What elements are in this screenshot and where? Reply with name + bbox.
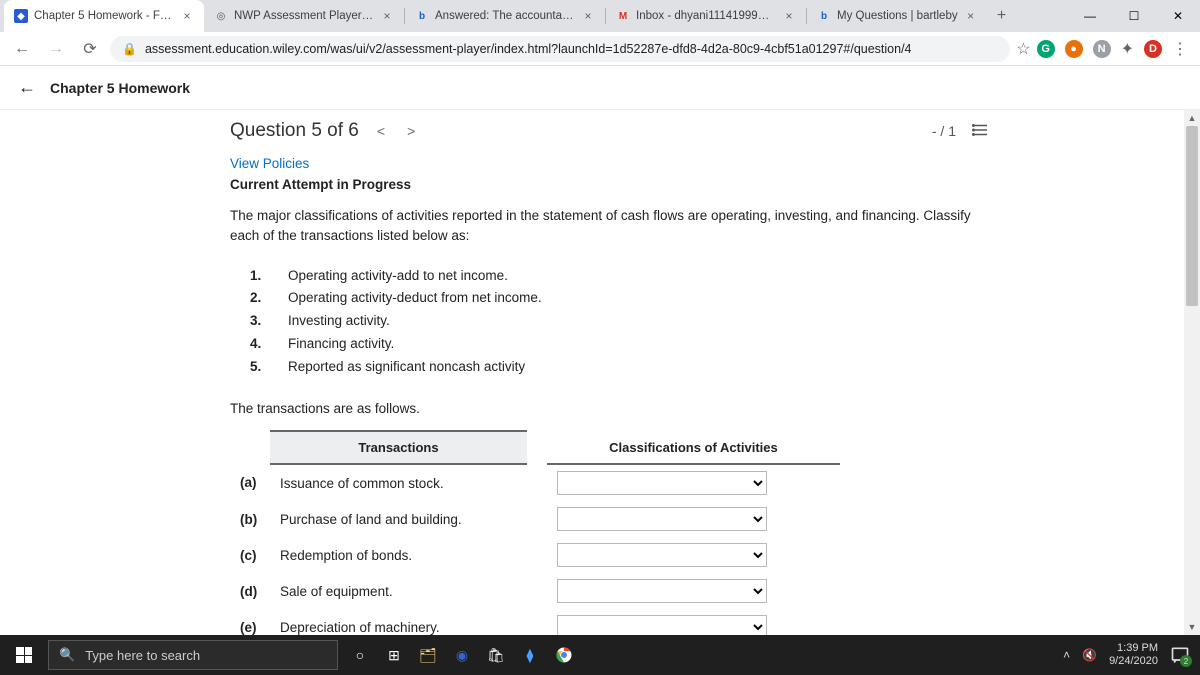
- taskbar-search[interactable]: 🔍 Type here to search: [48, 640, 338, 670]
- extension-icons: G ● N ✦ D ⋮: [1037, 39, 1192, 59]
- address-bar[interactable]: 🔒 assessment.education.wiley.com/was/ui/…: [110, 36, 1010, 62]
- browser-titlebar: ◆ Chapter 5 Homework - FINANCIA × ◎ NWP …: [0, 0, 1200, 32]
- maximize-button[interactable]: ☐: [1112, 0, 1156, 32]
- table-row: (a) Issuance of common stock.: [230, 464, 840, 501]
- tray-chevron-icon[interactable]: ˄: [1063, 648, 1070, 662]
- assignment-title: Chapter 5 Homework: [50, 80, 190, 96]
- search-placeholder: Type here to search: [85, 648, 200, 663]
- tab-strip: ◆ Chapter 5 Homework - FINANCIA × ◎ NWP …: [0, 0, 1068, 32]
- notification-badge: 2: [1180, 655, 1192, 667]
- clock[interactable]: 1:39 PM 9/24/2020: [1109, 642, 1158, 668]
- list-item: 1.Operating activity-add to net income.: [250, 265, 990, 288]
- next-question-button[interactable]: >: [403, 123, 419, 139]
- transactions-table: Transactions Classifications of Activiti…: [230, 430, 840, 635]
- tab-close-icon[interactable]: ×: [581, 9, 595, 23]
- reload-button[interactable]: ⟳: [76, 35, 104, 63]
- action-center-icon[interactable]: 2: [1170, 645, 1190, 665]
- classification-select[interactable]: [557, 543, 767, 567]
- browser-tab[interactable]: ◎ NWP Assessment Player UI Appli ×: [204, 0, 404, 32]
- extensions-puzzle-icon[interactable]: ✦: [1121, 39, 1134, 59]
- forward-button[interactable]: →: [42, 35, 70, 63]
- classification-select[interactable]: [557, 615, 767, 635]
- question-menu-icon[interactable]: [972, 121, 990, 142]
- list-item: 2.Operating activity-deduct from net inc…: [250, 287, 990, 310]
- classification-select[interactable]: [557, 471, 767, 495]
- question-prompt: The major classifications of activities …: [230, 206, 990, 247]
- close-button[interactable]: ✕: [1156, 0, 1200, 32]
- new-tab-button[interactable]: +: [988, 0, 1016, 32]
- list-item: 4.Financing activity.: [250, 333, 990, 356]
- question-number: Question 5 of 6: [230, 120, 359, 142]
- tab-title: Inbox - dhyani11141999@gmail.: [636, 10, 776, 22]
- tab-close-icon[interactable]: ×: [964, 9, 978, 23]
- task-view-icon[interactable]: ⊞: [384, 645, 404, 665]
- tab-title: NWP Assessment Player UI Appli: [234, 10, 374, 22]
- scroll-down-icon[interactable]: ▼: [1184, 619, 1200, 635]
- classification-list: 1.Operating activity-add to net income. …: [250, 265, 990, 380]
- browser-tab[interactable]: ◆ Chapter 5 Homework - FINANCIA ×: [4, 0, 204, 32]
- favicon-icon: b: [817, 9, 831, 23]
- table-row: (c) Redemption of bonds.: [230, 537, 840, 573]
- tab-close-icon[interactable]: ×: [380, 9, 394, 23]
- question-score: - / 1: [932, 123, 956, 139]
- windows-taskbar: 🔍 Type here to search ○ ⊞ 🗂 ◉ 🛍 ⧫ ˄ 🔇 1:…: [0, 635, 1200, 675]
- attempt-status: Current Attempt in Progress: [230, 177, 990, 192]
- dropbox-icon[interactable]: ⧫: [520, 645, 540, 665]
- scroll-up-icon[interactable]: ▲: [1184, 110, 1200, 126]
- volume-icon[interactable]: 🔇: [1082, 648, 1097, 662]
- list-item: 3.Investing activity.: [250, 310, 990, 333]
- browser-tab[interactable]: b Answered: The accountant of Lat ×: [405, 0, 605, 32]
- table-row: (d) Sale of equipment.: [230, 573, 840, 609]
- extension-icon[interactable]: N: [1093, 40, 1111, 58]
- start-button[interactable]: [0, 647, 48, 663]
- tab-close-icon[interactable]: ×: [782, 9, 796, 23]
- windows-logo-icon: [16, 647, 32, 663]
- taskbar-apps: ○ ⊞ 🗂 ◉ 🛍 ⧫: [350, 645, 574, 665]
- extension-icon[interactable]: ●: [1065, 40, 1083, 58]
- table-row: (e) Depreciation of machinery.: [230, 609, 840, 635]
- file-explorer-icon[interactable]: 🗂: [418, 645, 438, 665]
- window-controls: ― ☐ ✕: [1068, 0, 1200, 32]
- extension-icon[interactable]: G: [1037, 40, 1055, 58]
- browser-tab[interactable]: b My Questions | bartleby ×: [807, 0, 988, 32]
- url-text: assessment.education.wiley.com/was/ui/v2…: [145, 42, 912, 56]
- favicon-icon: ◎: [214, 9, 228, 23]
- back-button[interactable]: ←: [8, 35, 36, 63]
- favicon-icon: M: [616, 9, 630, 23]
- tab-title: Chapter 5 Homework - FINANCIA: [34, 10, 174, 22]
- column-header-classifications: Classifications of Activities: [547, 431, 840, 464]
- lock-icon: 🔒: [122, 42, 137, 56]
- search-icon: 🔍: [59, 647, 75, 663]
- store-icon[interactable]: 🛍: [486, 645, 506, 665]
- tab-title: My Questions | bartleby: [837, 10, 958, 22]
- browser-tab[interactable]: M Inbox - dhyani11141999@gmail. ×: [606, 0, 806, 32]
- table-row: (b) Purchase of land and building.: [230, 501, 840, 537]
- subheading: The transactions are as follows.: [230, 401, 990, 416]
- edge-icon[interactable]: ◉: [452, 645, 472, 665]
- question-page: Question 5 of 6 < > - / 1 View Policies …: [0, 110, 1184, 635]
- classification-select[interactable]: [557, 507, 767, 531]
- tab-close-icon[interactable]: ×: [180, 9, 194, 23]
- chrome-icon[interactable]: [554, 645, 574, 665]
- profile-avatar[interactable]: D: [1144, 40, 1162, 58]
- question-header: Question 5 of 6 < > - / 1: [230, 120, 990, 142]
- browser-toolbar: ← → ⟳ 🔒 assessment.education.wiley.com/w…: [0, 32, 1200, 66]
- bookmark-icon[interactable]: ☆: [1016, 39, 1030, 59]
- view-policies-link[interactable]: View Policies: [230, 156, 309, 171]
- minimize-button[interactable]: ―: [1068, 0, 1112, 32]
- menu-dots-icon[interactable]: ⋮: [1172, 39, 1188, 59]
- column-header-transactions: Transactions: [270, 431, 527, 464]
- tab-title: Answered: The accountant of Lat: [435, 10, 575, 22]
- cortana-icon[interactable]: ○: [350, 645, 370, 665]
- list-item: 5.Reported as significant noncash activi…: [250, 356, 990, 379]
- favicon-icon: b: [415, 9, 429, 23]
- classification-select[interactable]: [557, 579, 767, 603]
- back-arrow-icon[interactable]: ←: [18, 77, 36, 98]
- scroll-thumb[interactable]: [1186, 126, 1198, 306]
- prev-question-button[interactable]: <: [373, 123, 389, 139]
- scrollbar[interactable]: ▲ ▼: [1184, 110, 1200, 635]
- favicon-icon: ◆: [14, 9, 28, 23]
- assignment-header: ← Chapter 5 Homework: [0, 66, 1200, 110]
- system-tray: ˄ 🔇 1:39 PM 9/24/2020 2: [1063, 642, 1200, 668]
